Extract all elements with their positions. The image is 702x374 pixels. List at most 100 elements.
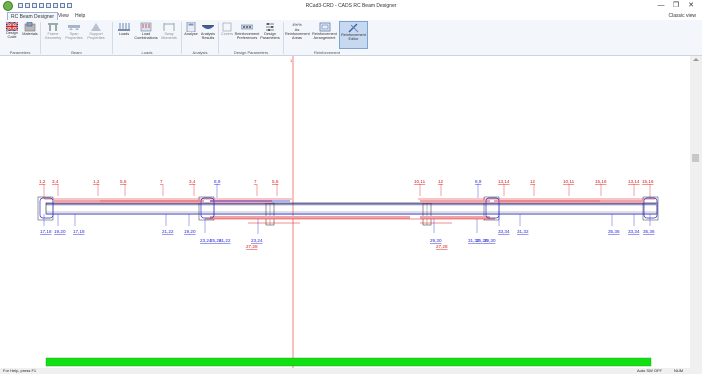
span-icon (68, 25, 80, 30)
frame-icon (48, 23, 58, 31)
bottom-bar-label[interactable]: 19,20 (184, 229, 196, 234)
bottom-bar-label-red[interactable]: 27,28 (436, 244, 448, 249)
materials-button[interactable]: Materials (21, 21, 39, 49)
maximize-button[interactable]: ❐ (671, 2, 681, 10)
sway-moments-button[interactable]: Sway Moments (159, 21, 179, 49)
close-button[interactable]: ✕ (686, 2, 696, 10)
frame-geometry-label: Frame Geometry (44, 32, 62, 41)
title-bar: RCad3-CRD - CADS RC Beam Designer — ❐ ✕ (0, 0, 702, 12)
top-bar-label[interactable]: 15,16 (595, 179, 607, 184)
covers-icon (222, 22, 232, 32)
group-label-reinforcement: Reinforcement (313, 50, 340, 55)
reinforcement-preferences-label: Reinforcement Preferences (234, 32, 260, 41)
load-combinations-icon (140, 22, 152, 32)
beam-drawing: 1 1,2 3,4 1,2 5,6 7 3,4 8,9 7 5,6 10,11 … (37, 56, 659, 368)
reinforcement-editor-button[interactable]: Reinforcement Editor (339, 21, 368, 49)
status-auto-sw: Auto SW OFF (637, 368, 662, 373)
window-title: RCad3-CRD - CADS RC Beam Designer (305, 3, 397, 9)
top-bar-label[interactable]: 8,9 (214, 179, 221, 184)
bottom-bar-label[interactable]: 29,30 (430, 238, 442, 243)
top-bar-label[interactable]: 1,2 (39, 179, 46, 184)
bottom-bar-label[interactable]: 17,18 (40, 229, 52, 234)
span-properties-label: Span Properties (65, 32, 83, 41)
materials-icon (24, 22, 36, 32)
reinforcement-preferences-icon (241, 24, 253, 30)
frame-geometry-button[interactable]: Frame Geometry (43, 21, 63, 49)
tab-help[interactable]: Help (72, 12, 88, 20)
loads-button[interactable]: Loads (115, 21, 133, 49)
analyse-button[interactable]: Analyse (183, 21, 199, 49)
vertical-scrollbar[interactable] (690, 56, 702, 368)
bottom-bar-label[interactable]: 19,20 (54, 229, 66, 234)
covers-button[interactable]: Covers (220, 21, 234, 49)
centerline-mark: 1 (290, 58, 293, 63)
top-bar-label[interactable]: 7 (254, 179, 257, 184)
design-parameters-icon (266, 23, 274, 31)
design-parameters-label: Design Parameters (260, 32, 280, 41)
top-reinforcement (44, 198, 655, 203)
group-label-parameters: Parameters (9, 50, 31, 55)
group-label-analysis: Analysis (192, 50, 208, 55)
bottom-bar-label[interactable]: 33,34 (498, 229, 510, 234)
bottom-bar-label[interactable]: 21,22 (162, 229, 174, 234)
span-properties-button[interactable]: Span Properties (64, 21, 84, 49)
classic-view-link[interactable]: Classic view (668, 13, 696, 19)
status-help: For Help, press F1 (3, 368, 37, 373)
top-bar-label[interactable]: 12 (438, 179, 444, 184)
top-bar-label[interactable]: 3,4 (189, 179, 196, 184)
flag-icon (6, 22, 18, 31)
bottom-bar-label[interactable]: 31,32 (517, 229, 529, 234)
analyse-icon (186, 22, 196, 32)
reinforcement-areas-icon: 4%% As (292, 22, 302, 32)
top-bar-label[interactable]: 3,4 (52, 179, 59, 184)
sway-moments-label: Sway Moments (161, 32, 177, 41)
top-bar-label[interactable]: 1,2 (93, 179, 100, 184)
top-bar-label[interactable]: 10,11 (563, 179, 575, 184)
analysis-results-icon (202, 25, 214, 29)
bottom-bar-label[interactable]: 21,22 (219, 238, 231, 243)
loads-label: Loads (118, 32, 130, 36)
reinforcement-areas-label: Reinforcement Areas (285, 32, 310, 41)
top-bar-label[interactable]: 13,14 (498, 179, 510, 184)
top-bar-label[interactable]: 8,9 (475, 179, 482, 184)
materials-label: Materials (22, 32, 38, 36)
scroll-thumb[interactable] (692, 154, 699, 162)
bottom-bar-label[interactable]: 33,34 (628, 229, 640, 234)
load-combinations-button[interactable]: Load Combinations (134, 21, 158, 49)
bottom-bar-label[interactable]: 17,18 (73, 229, 85, 234)
tab-view[interactable]: View (55, 12, 72, 20)
group-label-beam: Beam (71, 50, 82, 55)
reinforcement-preferences-button[interactable]: Reinforcement Preferences (234, 21, 260, 49)
analysis-results-label: Analysis Results (200, 32, 216, 41)
bottom-bar-label[interactable]: 35,36 (643, 229, 655, 234)
status-num: NUM (674, 368, 684, 373)
drawing-canvas[interactable]: 1 1,2 3,4 1,2 5,6 7 3,4 8,9 7 5,6 10,11 … (0, 56, 702, 368)
top-bar-label[interactable]: 5,6 (272, 179, 279, 184)
covers-label: Covers (220, 32, 234, 36)
bottom-bar-label[interactable]: 35,36 (608, 229, 620, 234)
scroll-up-icon[interactable] (690, 56, 702, 62)
top-bar-label[interactable]: 13,14 (628, 179, 640, 184)
ribbon: Design Code Materials Frame Geometry Spa… (0, 20, 702, 56)
reinforcement-arrangement-button[interactable]: Reinforcement Arrangement (310, 21, 339, 49)
top-bar-label[interactable]: 12 (530, 179, 536, 184)
support-properties-button[interactable]: Support Properties (85, 21, 107, 49)
bottom-bar-label[interactable]: 23,24 (251, 238, 263, 243)
reinforcement-areas-button[interactable]: 4%% As Reinforcement Areas (285, 21, 310, 49)
design-parameters-button[interactable]: Design Parameters (260, 21, 280, 49)
top-bar-label[interactable]: 7 (160, 179, 163, 184)
bottom-bar-label[interactable]: 29,30 (484, 238, 496, 243)
design-code-label: Design Code (6, 31, 18, 40)
reinforcement-arrangement-icon (319, 22, 330, 32)
bottom-bar-label-red[interactable]: 27,28 (246, 244, 258, 249)
top-bar-label[interactable]: 5,6 (120, 179, 127, 184)
tab-rc-beam-designer[interactable]: RC Beam Designer (7, 12, 59, 20)
analysis-results-button[interactable]: Analysis Results (199, 21, 217, 49)
sway-icon (163, 23, 175, 31)
design-code-button[interactable]: Design Code (3, 21, 21, 49)
top-bar-label[interactable]: 15,16 (642, 179, 654, 184)
analyse-label: Analyse (184, 32, 198, 36)
minimize-button[interactable]: — (656, 2, 666, 10)
top-label-leaders (43, 184, 651, 198)
top-bar-label[interactable]: 10,11 (414, 179, 426, 184)
